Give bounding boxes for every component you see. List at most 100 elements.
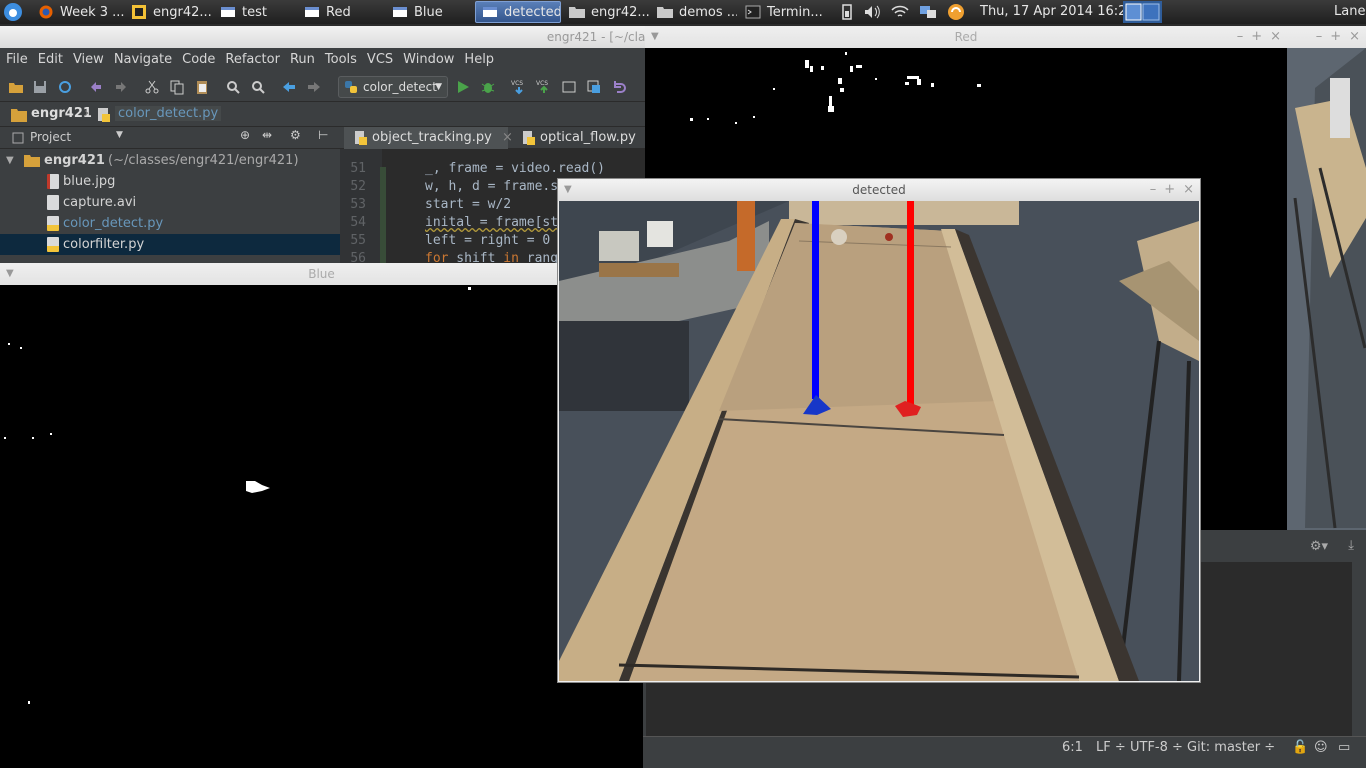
debug-icon[interactable] [480,79,496,95]
taskbar-item[interactable]: Termin... [739,1,829,23]
close-icon[interactable]: × [1349,26,1360,48]
line-gutter: 51 52 53 54 55 56 [340,149,382,269]
project-view-label[interactable]: Project [30,130,71,144]
menu-window[interactable]: Window [397,48,458,72]
user-name[interactable]: Lane [1334,4,1365,19]
menu-navigate[interactable]: Navigate [108,48,176,72]
taskbar-item[interactable]: Week 3 ... [32,1,124,23]
undo-icon[interactable] [88,79,104,95]
volume-icon[interactable] [863,3,881,21]
wifi-icon[interactable] [891,3,909,21]
clock[interactable]: Thu, 17 Apr 2014 16:20 [980,4,1135,19]
window-menu-icon[interactable]: ▼ [651,26,659,48]
taskbar-item[interactable]: Red [298,1,384,23]
menu-help[interactable]: Help [458,48,498,72]
redo-icon[interactable] [113,79,129,95]
menu-run[interactable]: Run [284,48,319,72]
breadcrumb-file[interactable]: color_detect.py [115,106,222,121]
minimize-icon[interactable]: – [1316,26,1323,48]
taskbar-item[interactable]: engr42... [563,1,649,23]
menu-code[interactable]: Code [176,48,219,72]
collapse-icon[interactable]: ⇹ [262,128,272,142]
window-menu-icon[interactable]: ▼ [6,263,14,285]
console-scrollbar[interactable] [1352,562,1366,748]
inspector-icon[interactable]: ☺ [1314,740,1328,755]
file-encoding[interactable]: UTF-8 ÷ [1130,740,1183,755]
gear-icon[interactable]: ⚙▾ [1310,539,1328,554]
run-config-select[interactable]: color_detect ▼ [338,76,448,98]
minimize-icon[interactable]: – [1150,179,1157,201]
taskbar-item[interactable]: Blue [386,1,472,23]
vcs-commit-icon[interactable]: VCS [536,79,552,95]
cut-icon[interactable] [144,79,160,95]
tree-file[interactable]: blue.jpg [0,171,340,192]
menu-view[interactable]: View [67,48,108,72]
tree-file-selected[interactable]: colorfilter.py [0,234,340,255]
maximize-icon[interactable]: + [1251,26,1262,48]
window-titlebar[interactable]: – + × [1285,26,1366,48]
hide-panel-icon[interactable]: ⊢ [318,128,328,142]
app-menu-icon[interactable] [3,2,23,22]
update-icon[interactable] [947,3,965,21]
close-icon[interactable]: × [1183,179,1194,201]
revert-icon[interactable] [611,79,627,95]
paste-icon[interactable] [194,79,210,95]
back-icon[interactable] [281,79,297,95]
lock-icon[interactable]: 🔓 [1292,740,1308,755]
menu-vcs[interactable]: VCS [361,48,397,72]
line-separator[interactable]: LF ÷ [1096,740,1126,755]
vcs-branch[interactable]: Git: master ÷ [1187,740,1283,755]
tree-file[interactable]: capture.avi [0,192,340,213]
menu-edit[interactable]: Edit [32,48,67,72]
open-folder-icon[interactable] [8,79,24,95]
locate-icon[interactable]: ⊕ [240,128,250,142]
camera-frame-image [1285,48,1366,530]
hide-panel-icon[interactable]: ⤓ [1348,538,1354,553]
minimize-icon[interactable]: – [1237,26,1244,48]
close-icon[interactable]: × [1270,26,1281,48]
menu-refactor[interactable]: Refactor [219,48,284,72]
maximize-icon[interactable]: + [1164,179,1175,201]
window-icon [483,7,497,17]
project-tree: ▼ engr421 (~/classes/engr421/engr421) bl… [0,150,340,270]
menu-tools[interactable]: Tools [319,48,361,72]
taskbar-item[interactable]: demos ... [651,1,737,23]
find-icon[interactable] [225,79,241,95]
caret-position[interactable]: 6:1 [1062,740,1083,755]
expand-arrow-icon[interactable]: ▼ [6,150,14,171]
breadcrumb-project[interactable]: engr421 [31,106,92,121]
save-icon[interactable] [32,79,48,95]
vcs-compare-icon[interactable] [561,79,577,95]
tree-root[interactable]: ▼ engr421 (~/classes/engr421/engr421) [0,150,340,171]
taskbar-label: Blue [414,4,443,20]
window-titlebar[interactable]: ▼ Blue [0,263,643,285]
tree-file-name: color_detect.py [63,216,164,231]
event-log-icon[interactable]: ▭ [1338,740,1350,755]
workspace-switcher-icon[interactable] [1123,1,1162,23]
run-icon[interactable] [455,79,471,95]
taskbar-item[interactable]: test [214,1,296,23]
tab-object-tracking[interactable]: object_tracking.py × [344,127,513,149]
tree-file[interactable]: color_detect.py [0,213,340,234]
gear-icon[interactable]: ⚙ [290,128,301,142]
display-icon[interactable] [919,3,937,21]
replace-icon[interactable] [250,79,266,95]
window-title: Red [954,30,978,44]
window-titlebar[interactable]: ▼ Red – + × [645,26,1287,48]
image-file-icon [47,174,59,189]
tab-optical-flow[interactable]: optical_flow.py × [512,127,657,149]
copy-icon[interactable] [169,79,185,95]
vcs-update-icon[interactable]: VCS [511,79,527,95]
chevron-down-icon[interactable]: ▼ [116,130,123,140]
menu-file[interactable]: File [0,48,32,72]
battery-icon[interactable] [838,3,856,21]
window-titlebar[interactable]: ▼ detected – + × [558,179,1200,201]
taskbar-item[interactable]: engr42... [125,1,213,23]
sync-icon[interactable] [57,79,73,95]
window-menu-icon[interactable]: ▼ [564,179,572,201]
chevron-down-icon: ▼ [435,82,442,92]
vcs-history-icon[interactable] [586,79,602,95]
forward-icon[interactable] [306,79,322,95]
maximize-icon[interactable]: + [1330,26,1341,48]
taskbar-item-active[interactable]: detected [475,1,561,23]
